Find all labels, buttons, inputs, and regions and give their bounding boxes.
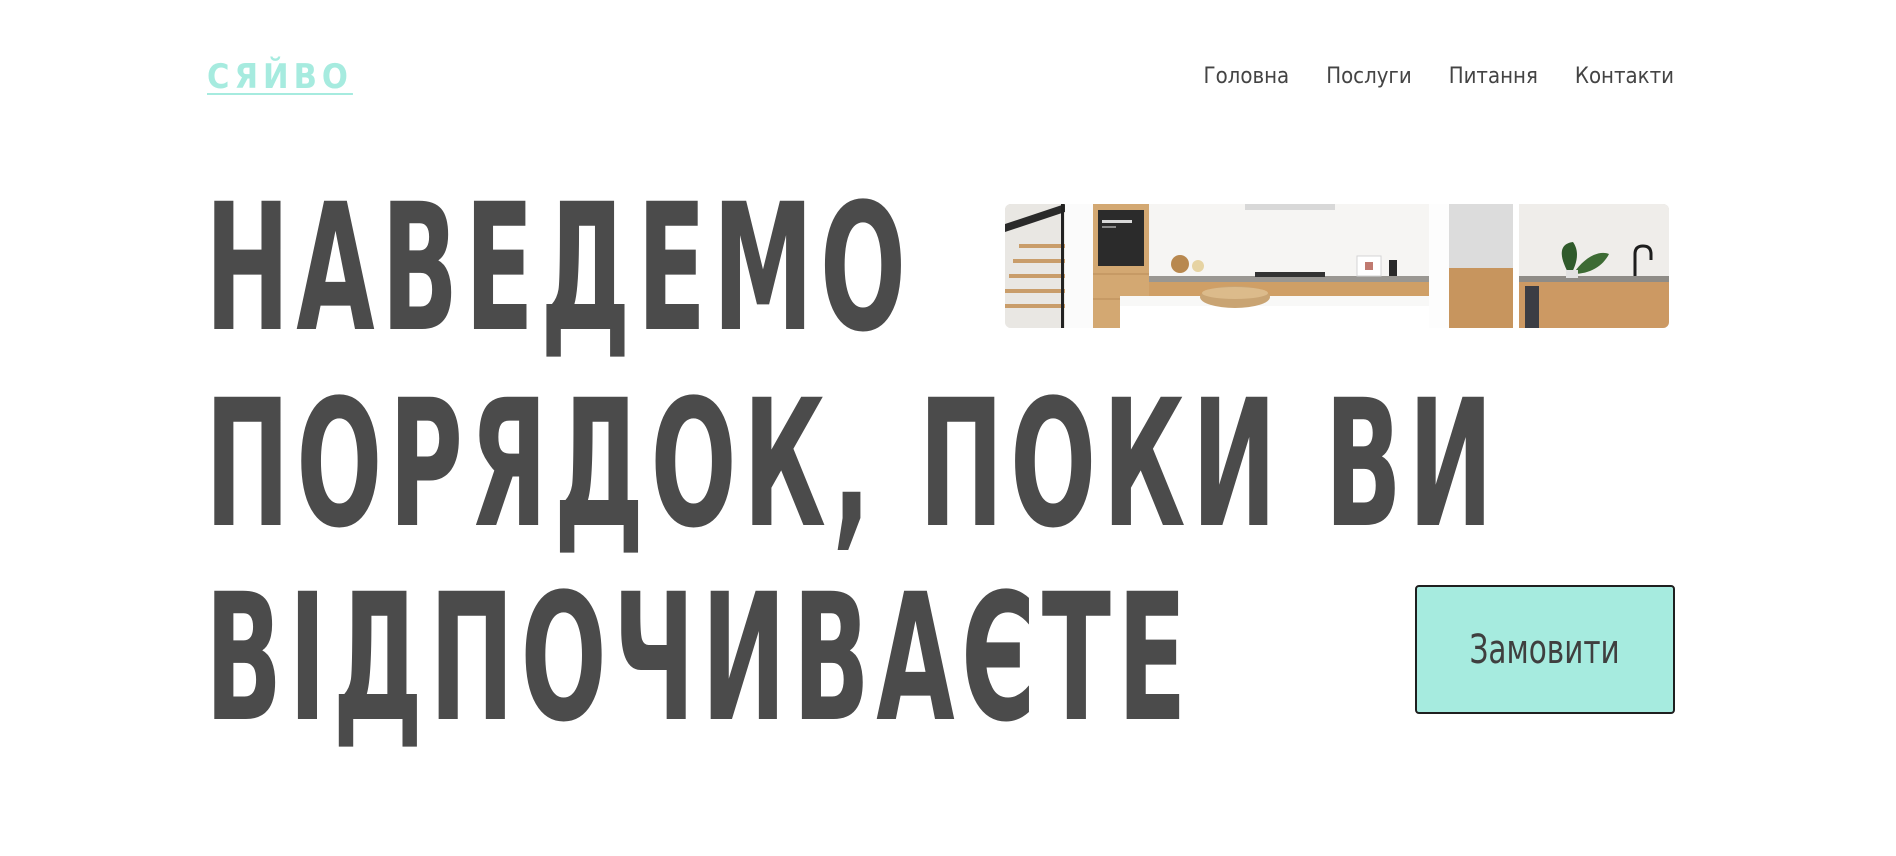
hero-heading-line-2: ПОРЯДОК, ПОКИ ВИ xyxy=(205,362,1500,567)
nav-link-services[interactable]: Послуги xyxy=(1326,66,1412,88)
kitchen-photo xyxy=(1005,204,1669,328)
hero-heading-line-3: ВІДПОЧИВАЄТЕ xyxy=(205,556,1193,761)
main-nav: Головна Послуги Питання Контакти xyxy=(1204,66,1675,88)
hero-heading-line-1: НАВЕДЕМО xyxy=(205,166,913,371)
order-button[interactable]: Замовити xyxy=(1415,585,1675,714)
logo[interactable]: СЯЙВО xyxy=(207,60,353,94)
nav-link-faq[interactable]: Питання xyxy=(1449,66,1538,88)
nav-link-contacts[interactable]: Контакти xyxy=(1575,66,1674,88)
order-button-label: Замовити xyxy=(1469,626,1621,673)
nav-link-home[interactable]: Головна xyxy=(1204,66,1290,88)
